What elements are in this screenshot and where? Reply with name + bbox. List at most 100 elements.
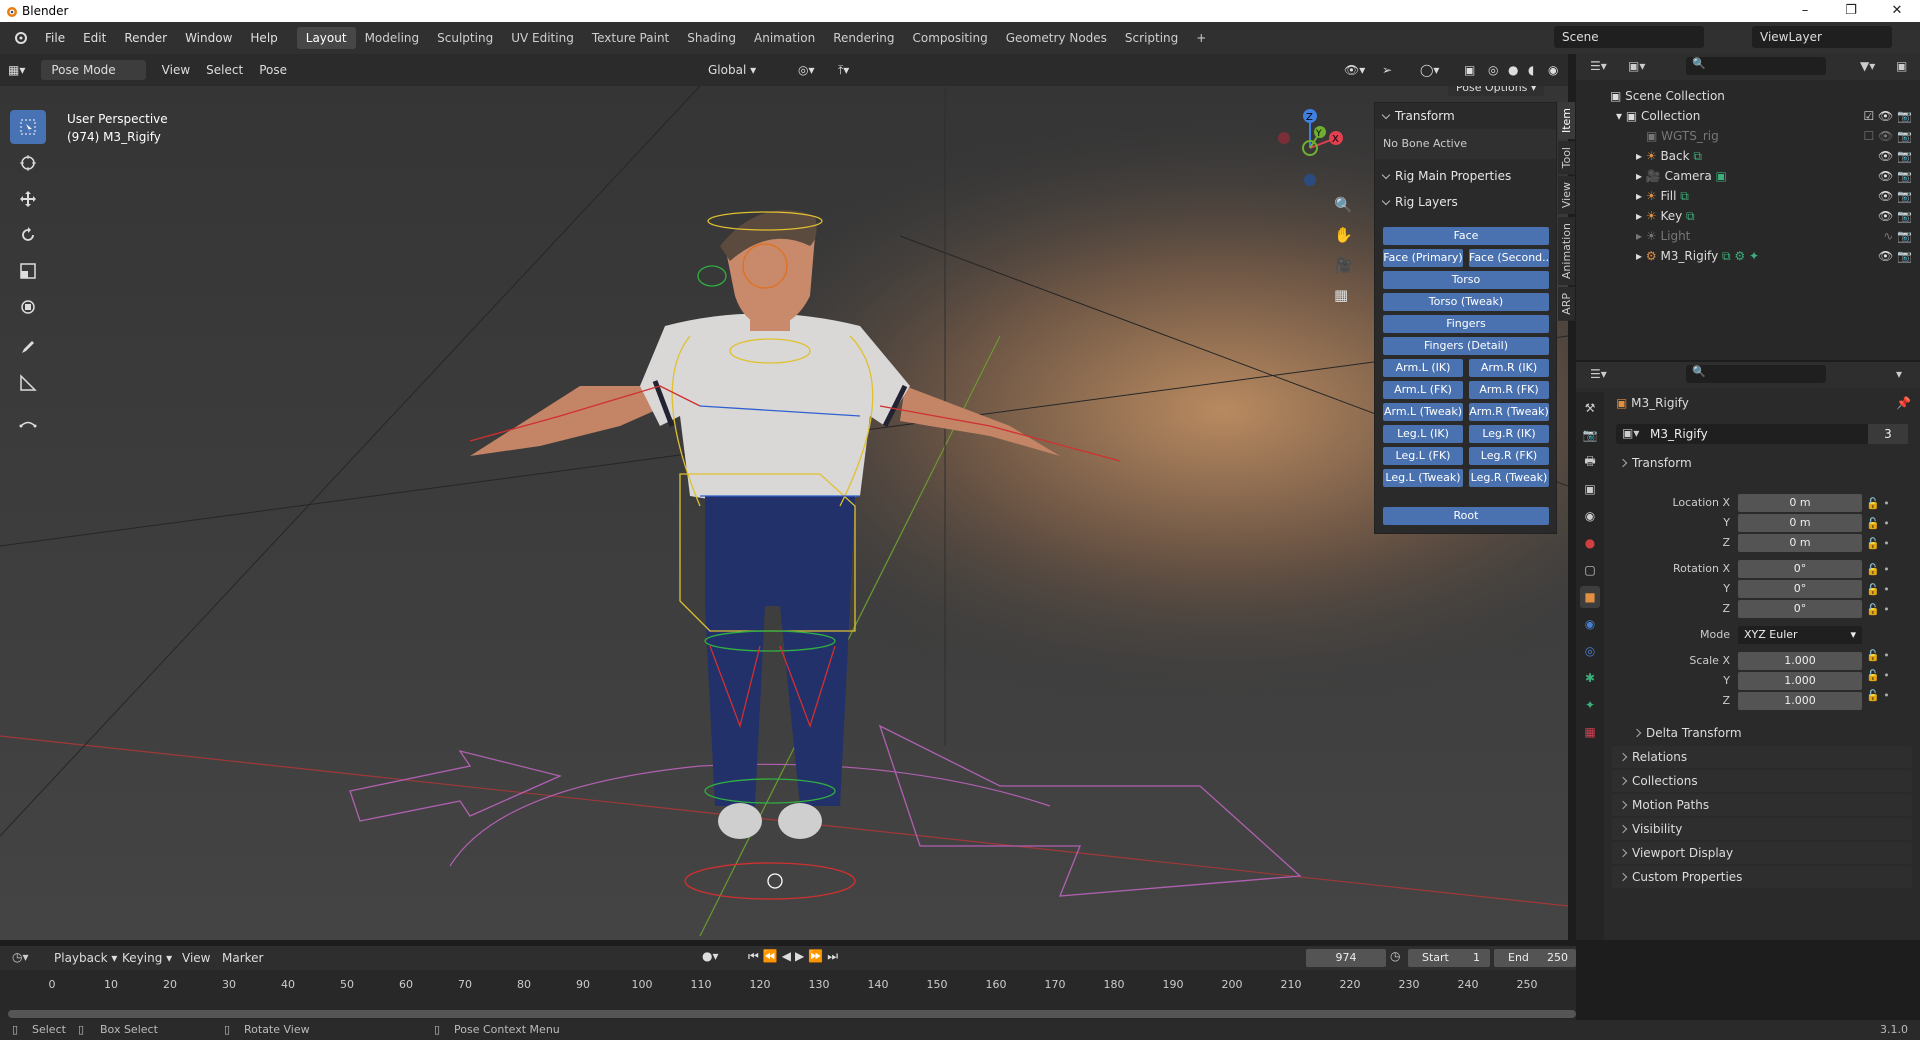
outliner-row-back[interactable]: ▸ ☀ Back ⧉ 👁 📷 xyxy=(1636,146,1912,166)
transform-tool[interactable] xyxy=(10,290,46,324)
properties-search-input[interactable]: 🔍 xyxy=(1686,365,1826,383)
scale-x-field[interactable]: 1.000 xyxy=(1738,652,1862,670)
menu-view[interactable]: View xyxy=(154,63,198,77)
rig-layers-header[interactable]: Rig Layers xyxy=(1375,189,1556,215)
jump-end-icon[interactable]: ⏭ xyxy=(827,949,842,963)
location-z-field[interactable]: 0 m xyxy=(1738,534,1862,552)
world-props-icon[interactable]: ● xyxy=(1580,532,1600,554)
lock-icon[interactable]: 🔓 • xyxy=(1866,600,1906,620)
modifier-props-icon[interactable]: ◉ xyxy=(1580,613,1600,635)
tab-compositing[interactable]: Compositing xyxy=(903,27,996,49)
prev-key-icon[interactable]: ⏪ xyxy=(763,949,782,963)
layer-root-button[interactable]: Root xyxy=(1383,507,1549,525)
outliner-row-light[interactable]: ▸ ☀ Light ∿ 📷 xyxy=(1636,226,1912,246)
layer-leg-r-tweak-button[interactable]: Leg.R (Tweak) xyxy=(1469,469,1549,487)
menu-select[interactable]: Select xyxy=(198,63,251,77)
lock-icon[interactable]: 🔓 • xyxy=(1866,580,1906,600)
tab-item[interactable]: Item xyxy=(1558,102,1575,140)
layer-arm-r-ik-button[interactable]: Arm.R (IK) xyxy=(1469,359,1549,377)
keying-menu[interactable]: Keying ▾ xyxy=(122,951,172,965)
frame-ruler[interactable]: 0 10 20 30 40 50 60 70 80 90 100 110 120 130 140 150 160… xyxy=(0,976,1576,996)
tab-texture-paint[interactable]: Texture Paint xyxy=(583,27,678,49)
tab-uv-editing[interactable]: UV Editing xyxy=(502,27,583,49)
menu-edit[interactable]: Edit xyxy=(74,22,115,54)
layer-torso-button[interactable]: Torso xyxy=(1383,271,1549,289)
back-visibility-icons[interactable]: 👁 📷 xyxy=(1878,146,1912,166)
user-count[interactable]: 3 xyxy=(1868,424,1908,444)
timeline-view-menu[interactable]: View xyxy=(182,951,210,965)
annotate-tool[interactable] xyxy=(10,330,46,364)
layer-face-secondary-button[interactable]: Face (Second... xyxy=(1469,249,1549,267)
start-frame-field[interactable]: Start 1 xyxy=(1408,949,1490,967)
outliner-row-camera[interactable]: ▸ 🎥 Camera ▣ 👁 📷 xyxy=(1636,166,1912,186)
layer-leg-l-fk-button[interactable]: Leg.L (FK) xyxy=(1383,447,1463,465)
scene-selector[interactable]: Scene xyxy=(1554,26,1704,48)
outliner-row-wgts-rig[interactable]: ▣ WGTS_rig ☐ 👁 📷 xyxy=(1646,126,1912,146)
rotation-y-field[interactable]: 0° xyxy=(1738,580,1862,598)
transform-section-header[interactable]: Transform xyxy=(1612,452,1912,474)
tool-props-icon[interactable]: ⚒ xyxy=(1580,397,1600,419)
lock-icon[interactable]: 🔓 • xyxy=(1866,686,1906,706)
layer-face-button[interactable]: Face xyxy=(1383,227,1549,245)
menu-render[interactable]: Render xyxy=(115,22,176,54)
outliner-row-key[interactable]: ▸ ☀ Key ⧉ 👁 📷 xyxy=(1636,206,1912,226)
lock-icon[interactable]: 🔓 • xyxy=(1866,646,1906,666)
zoom-icon[interactable]: 🔍 xyxy=(1334,196,1356,226)
scale-y-field[interactable]: 1.000 xyxy=(1738,672,1862,690)
tab-geometry-nodes[interactable]: Geometry Nodes xyxy=(997,27,1116,49)
jump-start-icon[interactable]: ⏮ xyxy=(748,949,763,963)
rotation-mode-dropdown[interactable]: XYZ Euler ▾ xyxy=(1738,626,1862,644)
restore-icon[interactable]: ❐ xyxy=(1828,0,1874,22)
tab-modeling[interactable]: Modeling xyxy=(356,27,429,49)
timeline-editor-icon[interactable]: ◷▾ xyxy=(12,950,29,964)
physics-props-icon[interactable]: ◎ xyxy=(1580,640,1600,662)
outliner-row-scene-collection[interactable]: ▣ Scene Collection xyxy=(1610,86,1725,106)
pan-hand-icon[interactable]: ✋ xyxy=(1334,226,1356,256)
playback-controls[interactable]: ⏮⏪◀▶⏩⏭ xyxy=(748,949,842,964)
timeline-scrollbar[interactable] xyxy=(8,1010,1576,1018)
layer-leg-r-ik-button[interactable]: Leg.R (IK) xyxy=(1469,425,1549,443)
layer-fingers-detail-button[interactable]: Fingers (Detail) xyxy=(1383,337,1549,355)
menu-file[interactable]: File xyxy=(36,22,74,54)
layer-arm-r-tweak-button[interactable]: Arm.R (Tweak) xyxy=(1469,403,1549,421)
render-props-icon[interactable]: 📷 xyxy=(1580,424,1600,446)
properties-options-icon[interactable]: ▾ xyxy=(1896,367,1902,381)
auto-keying-icon[interactable]: ●▾ xyxy=(702,949,719,963)
scale-z-field[interactable]: 1.000 xyxy=(1738,692,1862,710)
motion-paths-section[interactable]: Motion Paths xyxy=(1612,794,1912,816)
location-y-field[interactable]: 0 m xyxy=(1738,514,1862,532)
menu-window[interactable]: Window xyxy=(176,22,241,54)
rig-main-properties-header[interactable]: Rig Main Properties xyxy=(1375,163,1556,189)
location-x-field[interactable]: 0 m xyxy=(1738,494,1862,512)
layer-leg-l-ik-button[interactable]: Leg.L (IK) xyxy=(1383,425,1463,443)
tab-animation[interactable]: Animation xyxy=(745,27,824,49)
tab-arp[interactable]: ARP xyxy=(1558,286,1575,321)
tab-tool[interactable]: Tool xyxy=(1558,141,1575,175)
editor-type-icon[interactable]: ▦▾ xyxy=(0,63,33,77)
relations-section[interactable]: Relations xyxy=(1612,746,1912,768)
layer-face-primary-button[interactable]: Face (Primary) xyxy=(1383,249,1463,267)
shading-material-icon[interactable]: ◖ xyxy=(1520,63,1542,77)
properties-editor-icon[interactable]: ☰▾ xyxy=(1590,367,1607,381)
overlays-icon[interactable]: ◯▾ xyxy=(1412,63,1447,77)
perspective-grid-icon[interactable]: ▦ xyxy=(1334,286,1356,316)
layer-arm-r-fk-button[interactable]: Arm.R (FK) xyxy=(1469,381,1549,399)
rotation-z-field[interactable]: 0° xyxy=(1738,600,1862,618)
tab-scripting[interactable]: Scripting xyxy=(1116,27,1187,49)
menu-pose[interactable]: Pose xyxy=(251,63,295,77)
constraint-props-icon[interactable]: ✱ xyxy=(1580,667,1600,689)
tab-animation-sidebar[interactable]: Animation xyxy=(1558,216,1575,285)
blender-menu-icon[interactable] xyxy=(6,28,36,48)
filter-icon[interactable]: ▼▾ xyxy=(1860,59,1875,73)
shading-rendered-icon[interactable]: ◉ xyxy=(1540,63,1566,77)
datablock-selector[interactable]: ▣▾ M3_Rigify 3 xyxy=(1616,424,1908,444)
transform-panel-header[interactable]: Transform xyxy=(1375,103,1556,129)
tab-sculpting[interactable]: Sculpting xyxy=(428,27,502,49)
tab-rendering[interactable]: Rendering xyxy=(824,27,903,49)
gizmo-toggle-icon[interactable]: ➢ xyxy=(1374,63,1400,77)
collections-section[interactable]: Collections xyxy=(1612,770,1912,792)
play-icon[interactable]: ▶ xyxy=(795,949,808,963)
3d-viewport[interactable]: User Perspective (974) M3_Rigify Z X Y 🔍… xyxy=(0,86,1568,940)
layer-fingers-button[interactable]: Fingers xyxy=(1383,315,1549,333)
lock-icon[interactable]: 🔓 • xyxy=(1866,514,1906,534)
